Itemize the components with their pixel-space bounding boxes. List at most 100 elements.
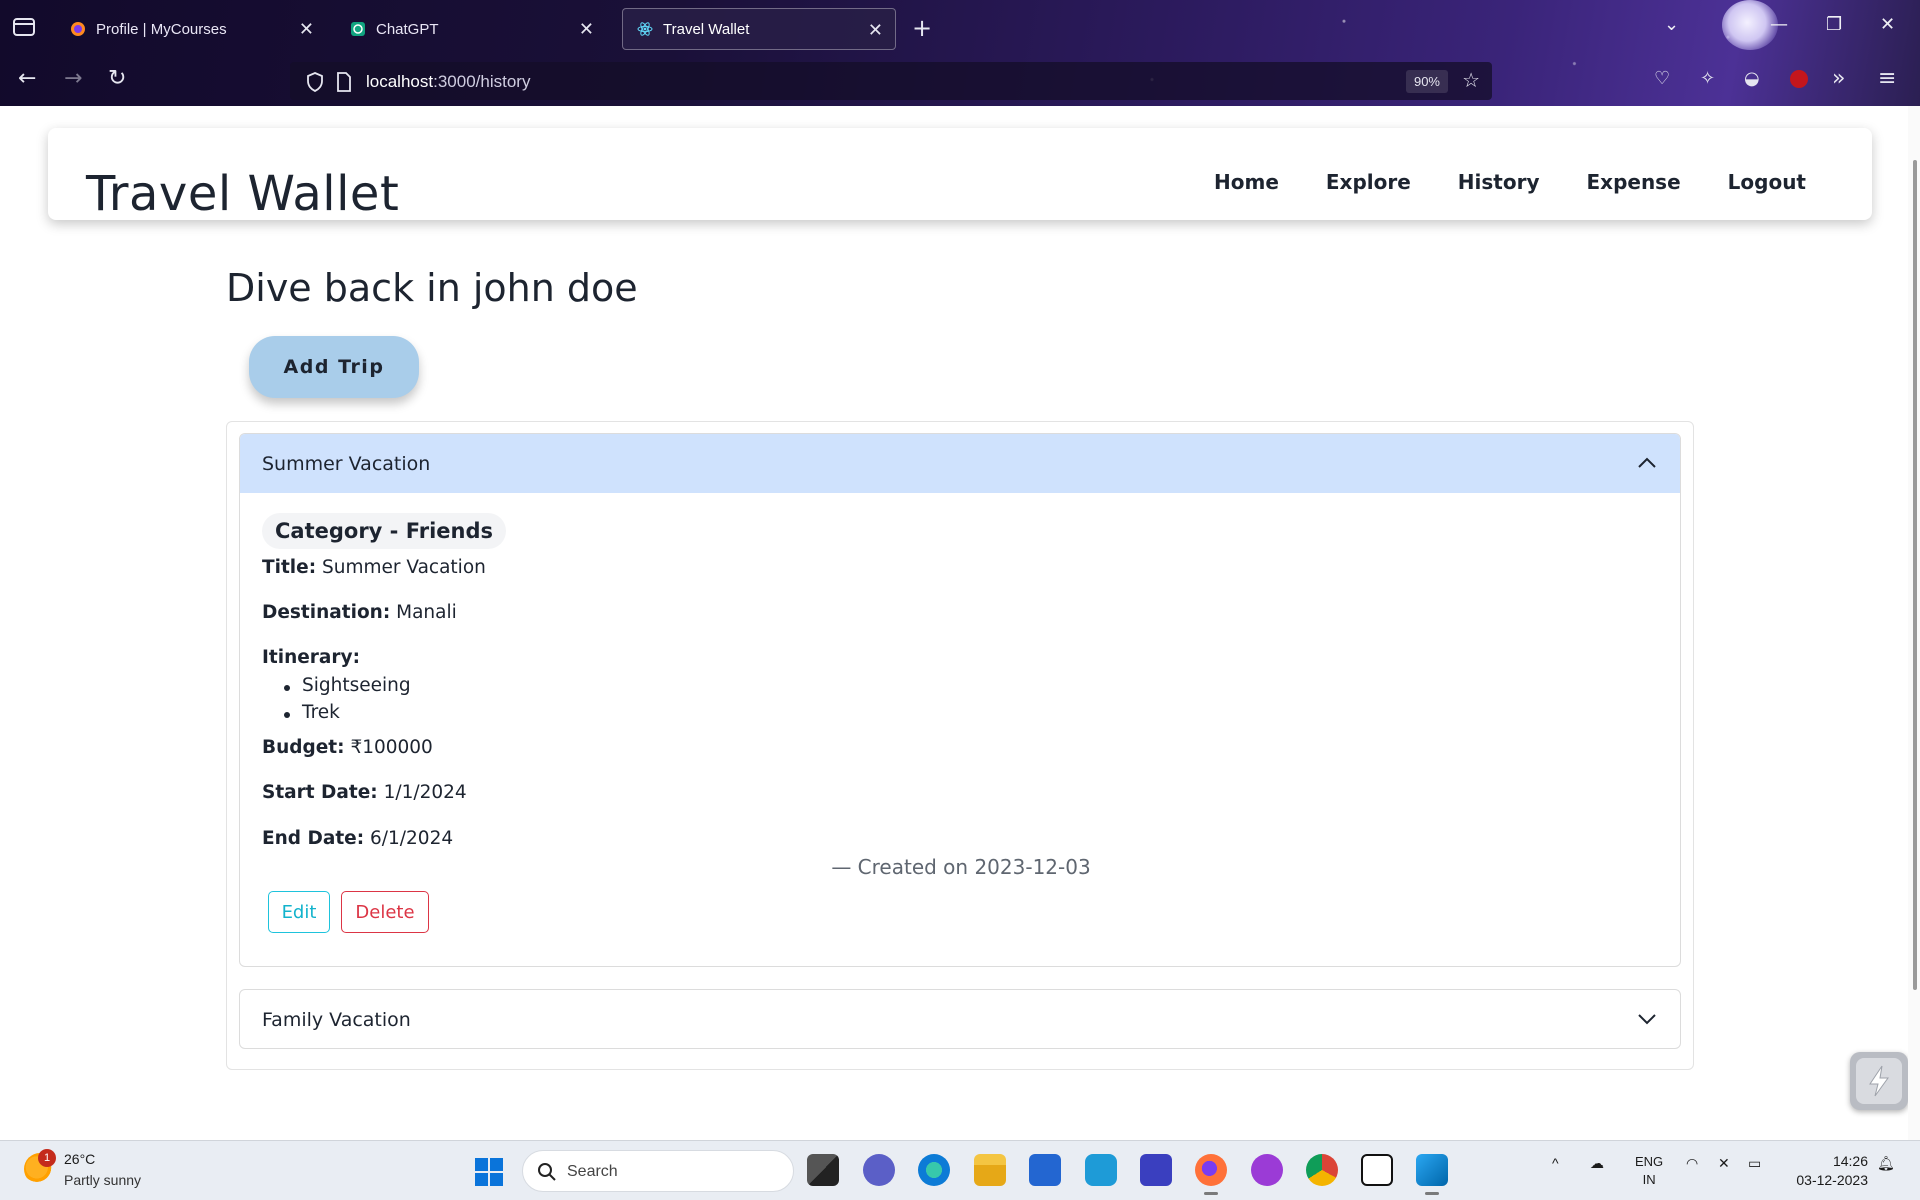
pocket-icon[interactable]: ♡ — [1654, 68, 1670, 90]
nav-logout[interactable]: Logout — [1728, 170, 1806, 194]
app-header: Travel Wallet Home Explore History Expen… — [48, 128, 1872, 222]
ublock-icon[interactable] — [1790, 70, 1808, 88]
field-label: Budget: — [262, 737, 345, 758]
field-label: End Date: — [262, 828, 365, 849]
system-clock[interactable]: 14:26 03-12-2023 — [1786, 1152, 1868, 1190]
wifi-icon[interactable]: ◠ — [1686, 1155, 1698, 1172]
extension-icon[interactable]: ◒ — [1744, 68, 1760, 90]
browser-chrome: Profile | MyCourses ✕ ChatGPT ✕ Travel W… — [0, 0, 1920, 106]
page-scrollbar[interactable] — [1908, 106, 1920, 1140]
close-window-icon[interactable]: ✕ — [1880, 14, 1895, 35]
edit-button[interactable]: Edit — [268, 891, 330, 933]
nav-explore[interactable]: Explore — [1326, 170, 1411, 194]
firefox-taskbar-icon[interactable] — [1195, 1154, 1227, 1195]
battery-icon[interactable]: ▭ — [1748, 1155, 1761, 1172]
field-label: Destination: — [262, 602, 391, 623]
bookmark-star-icon[interactable]: ☆ — [1462, 68, 1480, 92]
zoom-level-badge[interactable]: 90% — [1405, 70, 1448, 93]
react-icon — [637, 21, 653, 37]
language-indicator[interactable]: ENG IN — [1635, 1153, 1663, 1189]
category-badge: Category - Friends — [262, 513, 506, 549]
tab-chatgpt[interactable]: ChatGPT ✕ — [336, 8, 606, 50]
back-icon[interactable]: ← — [18, 68, 36, 90]
field-label: Itinerary: — [262, 647, 360, 668]
windows-taskbar: 1 26°C Partly sunny Search ^ ☁ ENG IN ◠ … — [0, 1140, 1920, 1200]
floating-widget-button[interactable] — [1850, 1052, 1908, 1110]
tab-profile-mycourses[interactable]: Profile | MyCourses ✕ — [56, 8, 326, 50]
list-item: Sightseeing — [282, 675, 411, 702]
weather-temperature[interactable]: 26°C — [64, 1151, 95, 1167]
add-trip-button[interactable]: Add Trip — [249, 336, 419, 398]
clock-time: 14:26 — [1832, 1153, 1868, 1169]
scrollbar-thumb[interactable] — [1913, 160, 1917, 990]
itinerary-field: Itinerary: — [262, 647, 360, 668]
notion-icon[interactable] — [1361, 1154, 1393, 1186]
restore-icon[interactable]: ❐ — [1826, 14, 1842, 35]
app-icon[interactable] — [1251, 1154, 1283, 1186]
taskbar-search-box[interactable]: Search — [522, 1150, 794, 1192]
field-value: Manali — [396, 602, 457, 623]
navigation-toolbar: ← → ↻ localhost:3000/history 90% ☆ ♡ ✧ ◒… — [0, 58, 1920, 104]
budget-field: Budget: ₹100000 — [262, 737, 433, 758]
field-label: Start Date: — [262, 782, 378, 803]
new-tab-icon[interactable]: + — [912, 14, 932, 42]
task-view-icon[interactable] — [807, 1154, 839, 1186]
chatgpt-icon — [350, 21, 366, 37]
field-value: 1/1/2024 — [383, 782, 467, 803]
trip-header-family-vacation[interactable]: Family Vacation — [240, 990, 1680, 1048]
language-code: ENG — [1635, 1154, 1664, 1169]
close-icon[interactable]: ✕ — [299, 19, 314, 40]
forward-icon[interactable]: → — [64, 68, 82, 90]
tab-travel-wallet[interactable]: Travel Wallet ✕ — [622, 8, 896, 50]
list-all-tabs-icon[interactable] — [12, 16, 36, 38]
nav-expense[interactable]: Expense — [1587, 170, 1681, 194]
trip-header-summer-vacation[interactable]: Summer Vacation — [240, 434, 1680, 493]
file-explorer-icon[interactable] — [974, 1154, 1006, 1186]
address-bar[interactable]: localhost:3000/history 90% ☆ — [290, 62, 1492, 100]
volume-muted-icon[interactable]: ✕ — [1718, 1155, 1730, 1172]
minimize-icon[interactable]: — — [1770, 14, 1788, 35]
close-icon[interactable]: ✕ — [579, 19, 594, 40]
show-hidden-icons-icon[interactable]: ^ — [1552, 1155, 1559, 1171]
edge-icon[interactable] — [918, 1154, 950, 1186]
chrome-icon[interactable] — [1306, 1154, 1338, 1186]
reload-icon[interactable]: ↻ — [108, 68, 126, 90]
lightning-icon — [1856, 1058, 1902, 1104]
nav-home[interactable]: Home — [1214, 170, 1279, 194]
created-date: — Created on 2023-12-03 — [831, 855, 1091, 879]
page-title: Dive back in john doe — [226, 266, 638, 310]
page-info-icon[interactable] — [336, 72, 352, 92]
url-path: :3000/history — [433, 72, 531, 91]
close-icon[interactable]: ✕ — [868, 20, 883, 41]
field-value: 6/1/2024 — [370, 828, 454, 849]
url-text: localhost:3000/history — [366, 72, 530, 92]
tab-bar: Profile | MyCourses ✕ ChatGPT ✕ Travel W… — [0, 0, 1920, 54]
teams-chat-icon[interactable] — [863, 1154, 895, 1186]
nav-history[interactable]: History — [1458, 170, 1540, 194]
chevron-down-icon[interactable]: ⌄ — [1664, 14, 1679, 35]
search-placeholder: Search — [567, 1163, 618, 1180]
list-item: Trek — [282, 702, 411, 729]
trip-item: Family Vacation — [239, 989, 1681, 1049]
tab-title: ChatGPT — [376, 20, 439, 38]
microsoft-store-icon[interactable] — [1029, 1154, 1061, 1186]
url-host: localhost — [366, 72, 434, 91]
tab-title: Profile | MyCourses — [96, 20, 227, 38]
start-date-field: Start Date: 1/1/2024 — [262, 782, 467, 803]
windows-start-icon[interactable] — [474, 1157, 504, 1187]
extensions-icon[interactable]: ✧ — [1700, 68, 1715, 90]
overflow-chevrons-icon[interactable]: » — [1832, 68, 1845, 90]
brand-title[interactable]: Travel Wallet — [86, 166, 399, 222]
vscode-icon[interactable] — [1416, 1154, 1448, 1195]
alexa-icon[interactable] — [1085, 1154, 1117, 1186]
delete-button[interactable]: Delete — [341, 891, 429, 933]
field-value: ₹100000 — [350, 737, 433, 758]
app-icon[interactable] — [1140, 1154, 1172, 1186]
notifications-bell-icon[interactable]: 🔔︎ — [1877, 1155, 1895, 1172]
shield-icon[interactable] — [306, 72, 324, 92]
onedrive-icon[interactable]: ☁ — [1590, 1155, 1604, 1172]
menu-icon[interactable]: ≡ — [1878, 68, 1896, 90]
weather-condition[interactable]: Partly sunny — [64, 1172, 141, 1188]
field-label: Title: — [262, 557, 317, 578]
main-nav: Home Explore History Expense Logout — [1214, 170, 1806, 194]
